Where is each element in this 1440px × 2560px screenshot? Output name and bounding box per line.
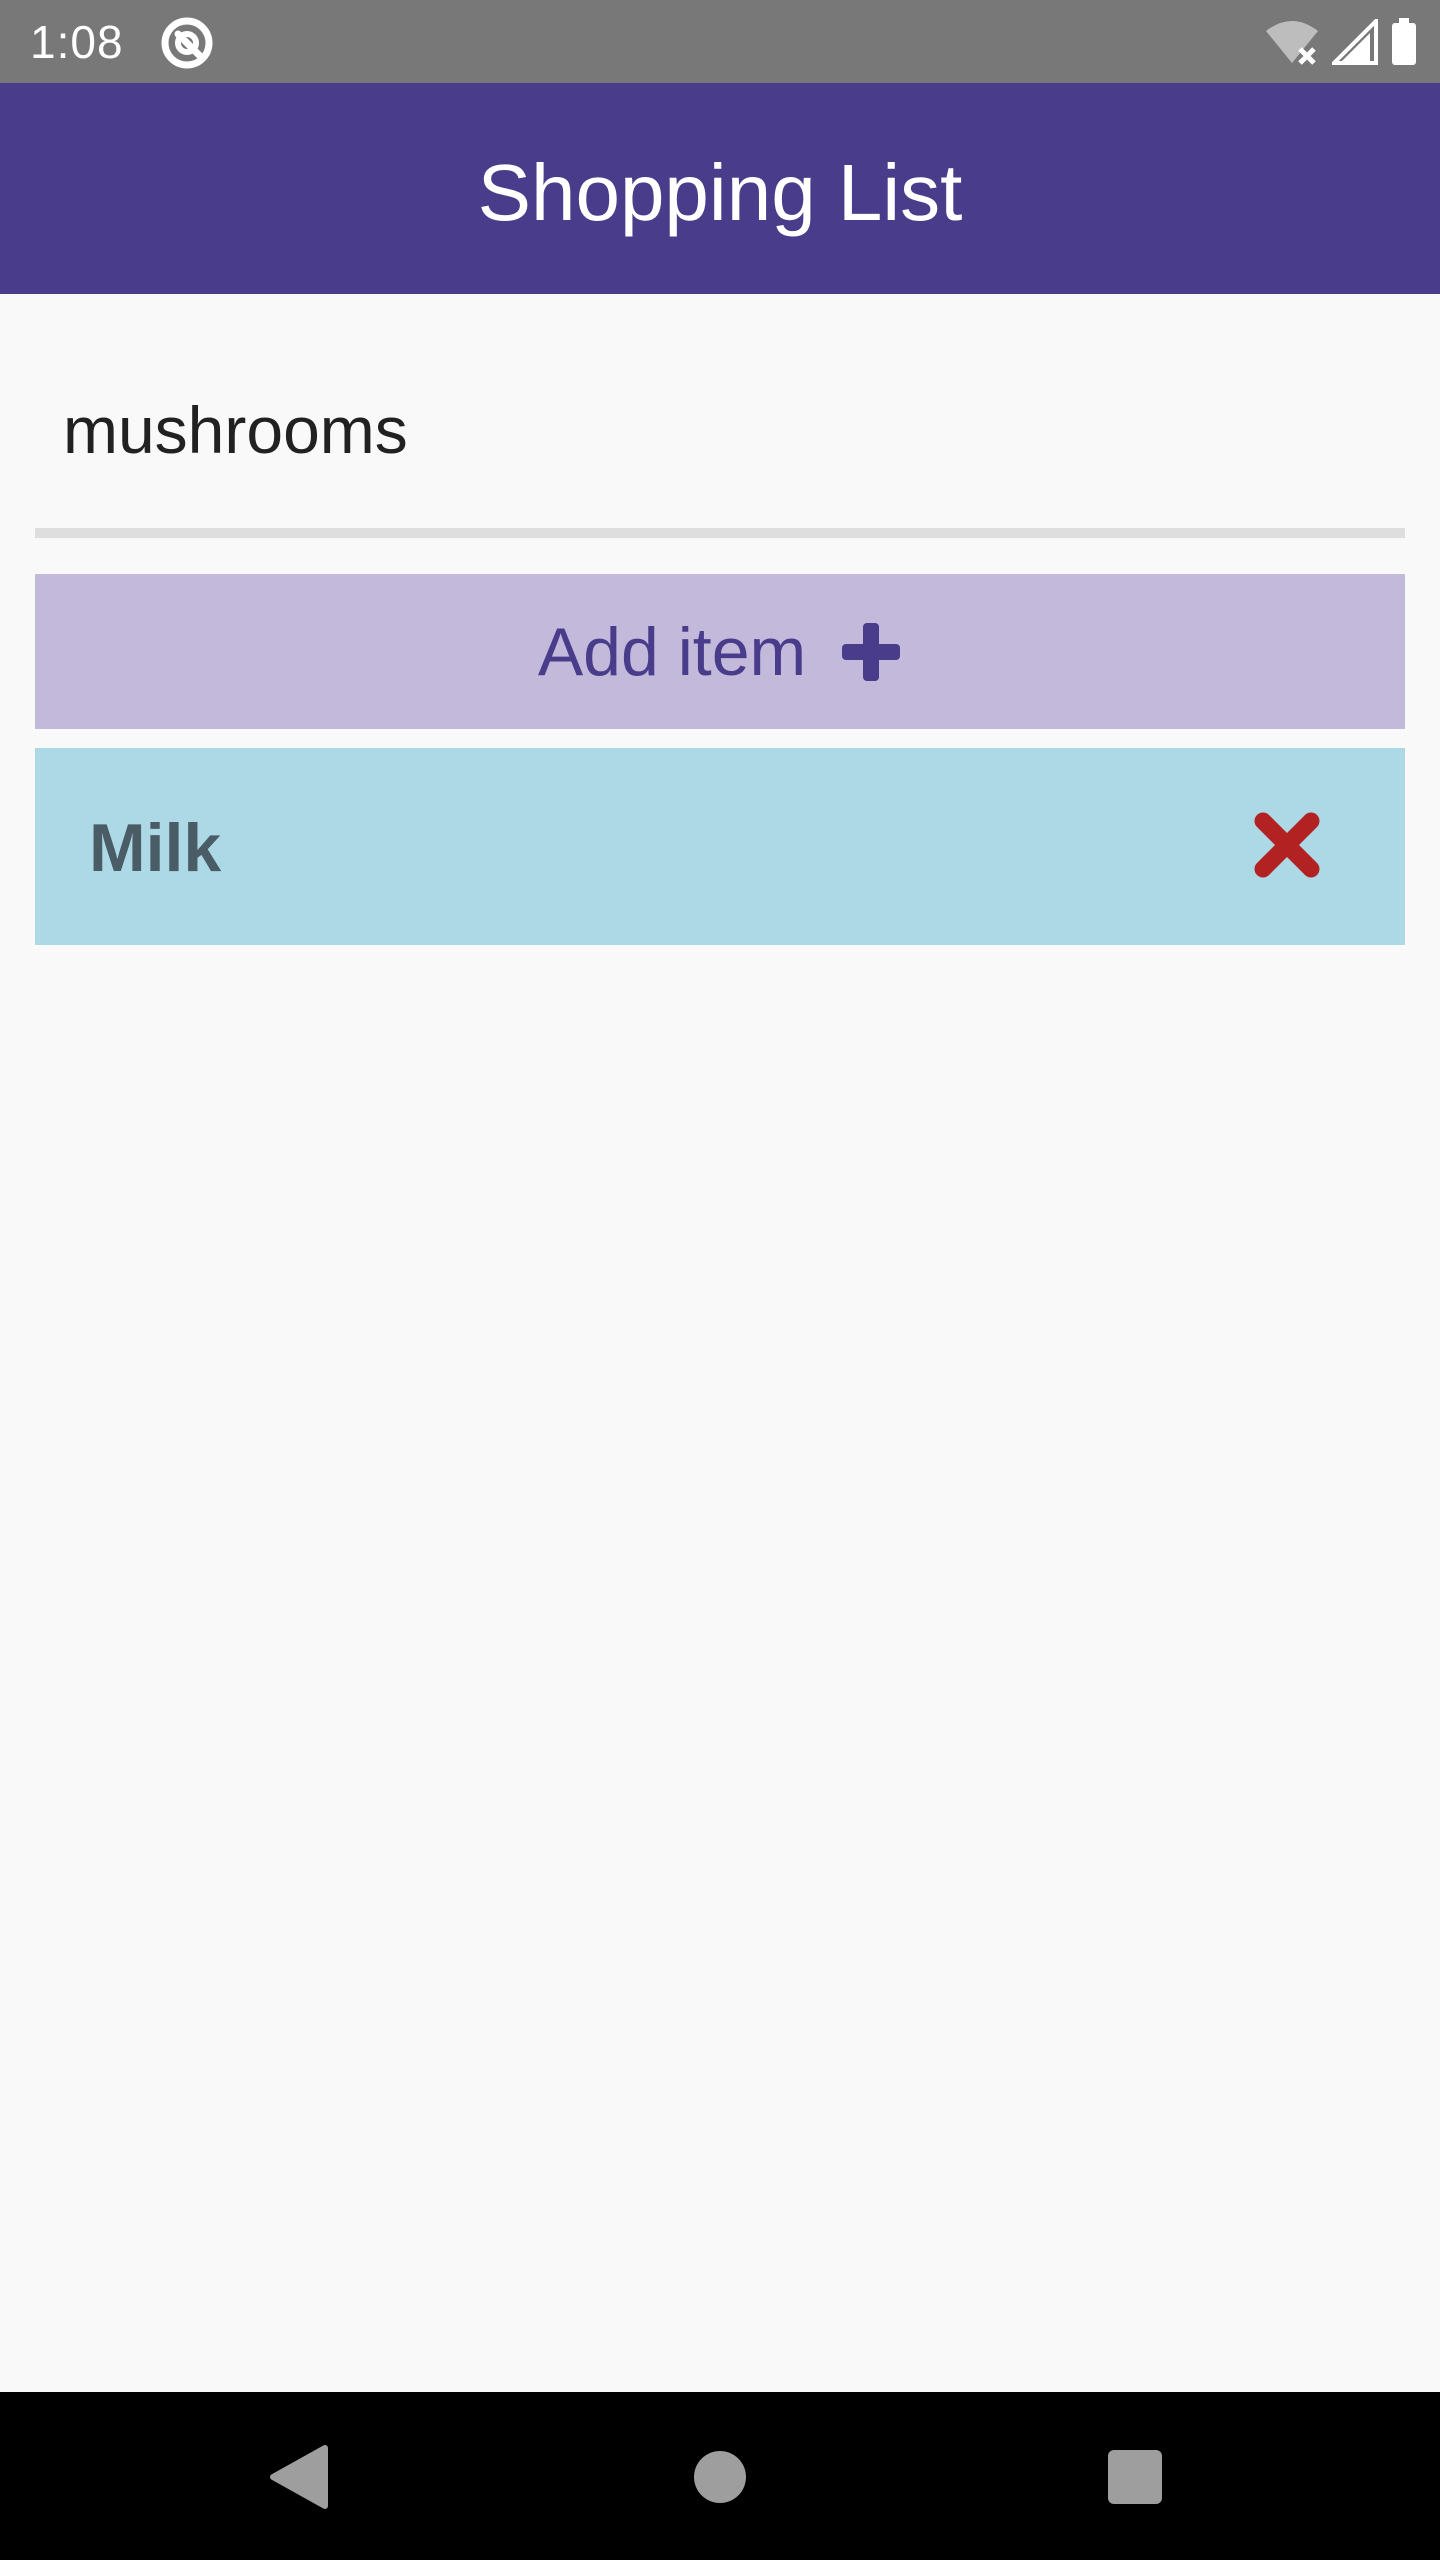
- list-item-label: Milk: [89, 810, 222, 886]
- battery-icon: [1392, 18, 1416, 65]
- home-icon[interactable]: [675, 2432, 765, 2522]
- item-input-container: [35, 340, 1405, 538]
- plus-icon: [842, 622, 901, 681]
- input-underline: [35, 528, 1405, 538]
- item-input[interactable]: [63, 380, 1363, 480]
- page-title: Shopping List: [477, 147, 963, 237]
- app-notification-icon: [161, 17, 213, 69]
- navigation-bar: [0, 2392, 1440, 2560]
- status-icons: [1264, 16, 1418, 68]
- back-icon[interactable]: [255, 2432, 345, 2522]
- status-bar: 1:08: [0, 0, 1440, 83]
- list-item: Milk: [35, 748, 1405, 945]
- add-item-button[interactable]: Add item: [35, 574, 1405, 729]
- recents-icon[interactable]: [1090, 2432, 1180, 2522]
- add-item-label: Add item: [537, 613, 807, 690]
- app-bar: Shopping List: [0, 83, 1440, 294]
- cell-signal-icon: [1332, 19, 1378, 65]
- close-icon[interactable]: [1254, 812, 1320, 878]
- wifi-off-icon: [1266, 21, 1318, 65]
- status-time: 1:08: [30, 16, 124, 68]
